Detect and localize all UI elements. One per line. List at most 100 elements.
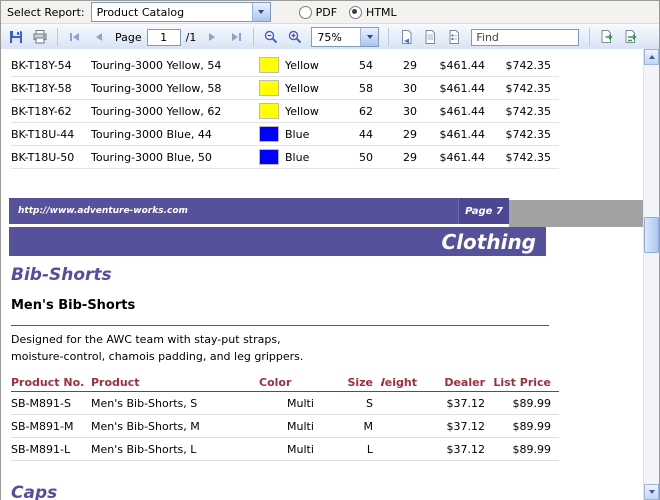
list-price: $742.35 xyxy=(505,58,552,72)
product-no: BK-T18Y-54 xyxy=(11,58,72,72)
table-row: SB-M891-M Men's Bib-Shorts, M Multi M $3… xyxy=(11,415,559,438)
color: Multi xyxy=(287,396,314,410)
save-icon xyxy=(10,31,22,43)
size: L xyxy=(366,442,373,456)
swatch-cell xyxy=(259,54,285,76)
column-header: Weight xyxy=(381,376,417,389)
page-number-input[interactable] xyxy=(146,28,181,46)
dropdown-arrow-icon[interactable] xyxy=(251,3,270,21)
footer-page-number: Page 7 xyxy=(458,198,509,224)
print-layout-button[interactable] xyxy=(395,27,417,47)
product-no: BK-T18Y-58 xyxy=(11,81,72,95)
table-row: SB-M891-L Men's Bib-Shorts, L Multi L $3… xyxy=(11,438,559,461)
scroll-down-icon xyxy=(648,490,655,494)
print-button[interactable] xyxy=(29,27,51,47)
zoom-in-button[interactable] xyxy=(284,27,306,47)
product: Touring-3000 Yellow, 58 xyxy=(91,81,222,95)
scroll-up-icon xyxy=(648,55,655,59)
weight: 30 xyxy=(403,81,417,95)
save-button[interactable] xyxy=(5,27,27,47)
size: 50 xyxy=(359,150,373,164)
pdf-radio-label[interactable]: PDF xyxy=(316,6,337,19)
page-footer-bar: http://www.adventure-works.com Page 7 xyxy=(9,198,509,224)
color-swatch xyxy=(259,80,279,96)
column-header: Dealer xyxy=(444,376,485,389)
color-swatch xyxy=(259,149,279,165)
page-gap xyxy=(509,200,644,227)
next-page-icon xyxy=(209,33,216,41)
color: Yellow xyxy=(285,104,319,118)
list-price: $89.99 xyxy=(512,419,552,433)
table-row: SB-M891-S Men's Bib-Shorts, S Multi S $3… xyxy=(11,392,559,415)
prev-page-icon xyxy=(96,33,102,41)
product-description: Designed for the AWC team with stay-put … xyxy=(11,331,644,365)
color: Yellow xyxy=(285,81,319,95)
size: 62 xyxy=(359,104,373,118)
table-row: BK-T18Y-58 Touring-3000 Yellow, 58 Yello… xyxy=(11,77,559,100)
find-input[interactable] xyxy=(471,28,580,46)
document-map-button[interactable] xyxy=(443,27,465,47)
report-select-value: Product Catalog xyxy=(96,5,185,19)
next-section-title: Caps xyxy=(11,483,58,500)
dropdown-arrow-icon[interactable] xyxy=(360,28,379,46)
html-radio-label[interactable]: HTML xyxy=(366,6,397,19)
toolbar-separator xyxy=(57,28,58,46)
prev-page-button[interactable] xyxy=(88,27,110,47)
product-no: SB-M891-M xyxy=(11,419,74,433)
scroll-down-button[interactable] xyxy=(644,484,659,500)
dealer-price: $461.44 xyxy=(439,104,486,118)
dealer-price: $37.12 xyxy=(446,396,486,410)
list-price: $89.99 xyxy=(512,396,552,410)
next-page-button[interactable] xyxy=(201,27,223,47)
weight: 29 xyxy=(403,58,417,72)
column-header: Color xyxy=(259,376,292,389)
toolbar-separator xyxy=(589,28,591,46)
product-no: SB-M891-S xyxy=(11,396,71,410)
report-select[interactable]: Product Catalog xyxy=(90,2,271,22)
page-setup-button[interactable] xyxy=(419,27,441,47)
page-label: Page xyxy=(115,30,142,44)
product-title: Men's Bib-Shorts xyxy=(11,298,136,313)
report-toolbar: Page /1 75% xyxy=(1,24,659,51)
first-page-icon xyxy=(70,33,79,41)
document-map-icon xyxy=(449,30,460,44)
weight: 29 xyxy=(403,127,417,141)
last-page-button[interactable] xyxy=(225,27,247,47)
report-viewer-window: { "select_bar": { "label": "Select Repor… xyxy=(0,0,660,500)
swatch-cell xyxy=(259,77,285,99)
color-swatch xyxy=(259,126,279,142)
zoom-select[interactable]: 75% xyxy=(311,27,380,47)
description-line: moisture-control, chamois padding, and l… xyxy=(11,350,304,363)
color-swatch xyxy=(259,57,279,73)
table-row: BK-T18Y-54 Touring-3000 Yellow, 54 Yello… xyxy=(11,54,559,77)
scrollbar-thumb[interactable] xyxy=(644,217,659,253)
page-total-label: /1 xyxy=(185,30,197,44)
find-icon xyxy=(601,30,613,43)
color: Multi xyxy=(287,419,314,433)
find-next-button[interactable] xyxy=(620,27,642,47)
dealer-price: $37.12 xyxy=(446,442,486,456)
zoom-out-button[interactable] xyxy=(260,27,282,47)
product-no: SB-M891-L xyxy=(11,442,71,456)
column-header: List Price xyxy=(493,376,551,389)
size: 54 xyxy=(359,58,373,72)
toolbar-separator xyxy=(388,28,390,46)
table-row: BK-T18Y-62 Touring-3000 Yellow, 62 Yello… xyxy=(11,100,559,123)
column-header: Product No. xyxy=(11,376,85,389)
dealer-price: $461.44 xyxy=(439,58,486,72)
list-price: $89.99 xyxy=(512,442,552,456)
zoom-out-icon xyxy=(265,30,278,44)
list-price: $742.35 xyxy=(505,104,552,118)
scroll-up-button[interactable] xyxy=(644,49,659,65)
first-page-button[interactable] xyxy=(64,27,86,47)
product-no: BK-T18U-50 xyxy=(11,150,75,164)
product: Touring-3000 Yellow, 62 xyxy=(91,104,222,118)
weight: 30 xyxy=(403,104,417,118)
pdf-radio[interactable] xyxy=(298,5,312,19)
zoom-in-icon xyxy=(289,30,302,44)
swatch-cell xyxy=(259,123,285,145)
dealer-price: $461.44 xyxy=(439,150,486,164)
html-radio[interactable] xyxy=(349,5,363,19)
find-button[interactable] xyxy=(596,27,618,47)
vertical-scrollbar[interactable] xyxy=(643,49,659,500)
